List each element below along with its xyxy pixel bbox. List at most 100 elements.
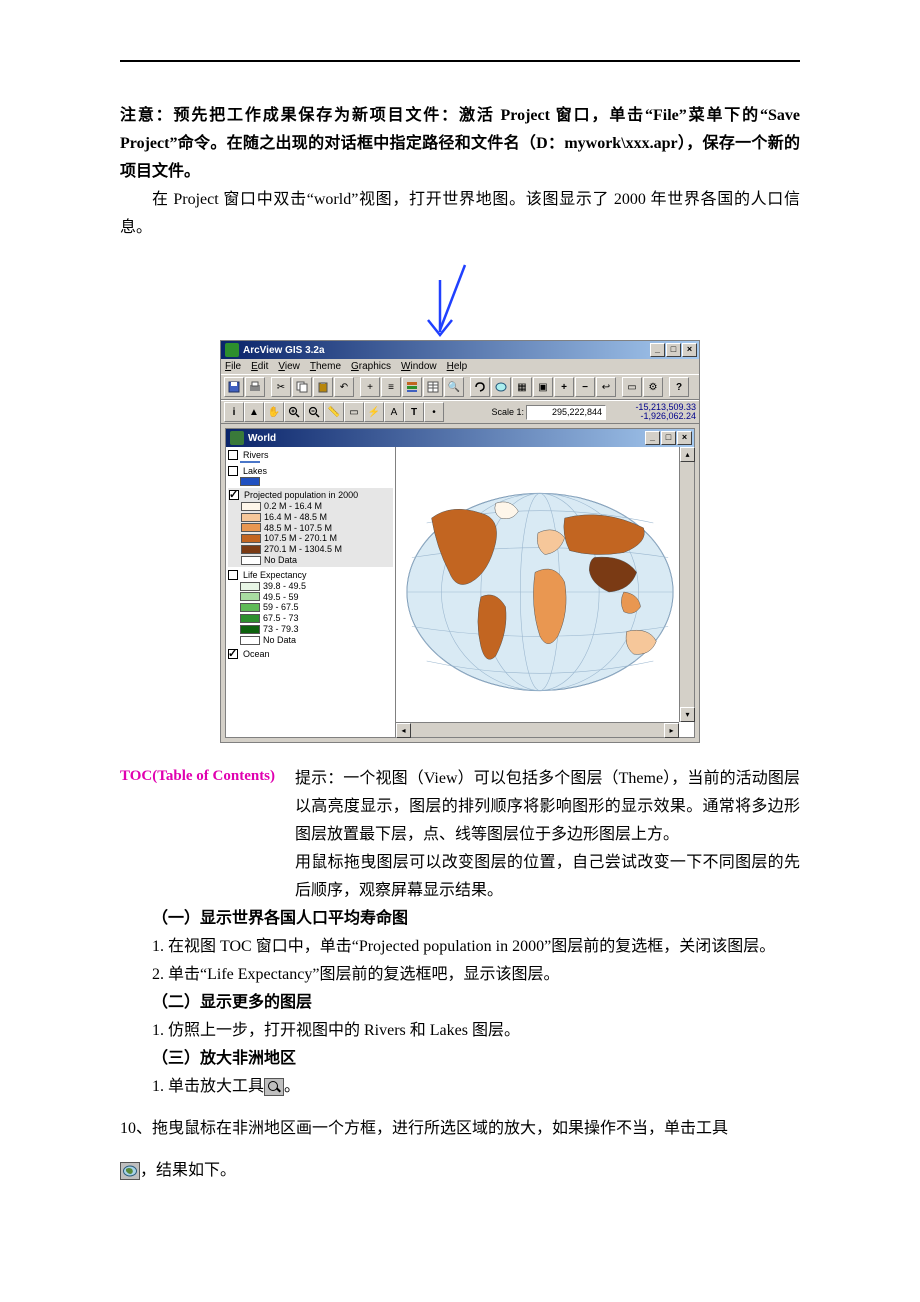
life-checkbox[interactable] [228,570,238,580]
menu-graphics[interactable]: Graphics [351,361,391,372]
measure-tool[interactable]: 📏 [324,402,344,422]
pop-legend-swatch [241,534,261,543]
rivers-symbol [240,461,260,463]
copy-button[interactable] [292,377,312,397]
section-2-step-1: 1. 仿照上一步，打开视图中的 Rivers 和 Lakes 图层。 [120,1017,800,1045]
pop-legend-swatch [241,502,261,511]
main-title: ArcView GIS 3.2a [243,345,650,356]
arcview-logo-icon [225,343,239,357]
lakes-symbol [240,477,260,486]
minimize-button[interactable]: _ [650,343,665,357]
open-table-button[interactable] [423,377,443,397]
pan-tool[interactable]: ✋ [264,402,284,422]
toc-panel[interactable]: Rivers Lakes Projected population in 200… [226,447,396,737]
map-canvas[interactable]: ▴ ▾ ◂ ▸ [396,447,694,737]
save-button[interactable] [224,377,244,397]
population-checkbox[interactable] [229,490,239,500]
world-minimize-button[interactable]: _ [645,431,660,445]
geoprocess-button[interactable]: ⚙ [643,377,663,397]
section-1-step-2: 2. 单击“Life Expectancy”图层前的复选框吧，显示该图层。 [120,961,800,989]
life-legend-swatch [240,592,260,601]
zoom-in-button[interactable]: + [554,377,574,397]
world-title: World [248,433,645,444]
section-3-heading: （三）放大非洲地区 [120,1045,800,1073]
item-10-line-2: ，结果如下。 [120,1157,800,1185]
layer-life-expectancy[interactable]: Life Expectancy 39.8 - 49.5 49.5 - 59 59… [228,569,393,646]
layer-rivers[interactable]: Rivers [228,449,393,463]
life-legend-swatch [240,603,260,612]
horizontal-scrollbar[interactable]: ◂ ▸ [396,722,679,737]
life-legend-swatch [240,636,260,645]
text-tool[interactable]: T [404,402,424,422]
draw-tool[interactable]: • [424,402,444,422]
zoom-tool-icon [264,1078,284,1096]
layer-lakes[interactable]: Lakes [228,465,393,486]
life-legend-swatch [240,625,260,634]
maximize-button[interactable]: □ [666,343,681,357]
vertical-scrollbar[interactable]: ▴ ▾ [679,447,694,722]
toc-hint-block: TOC(Table of Contents) 提示：一个视图（View）可以包括… [120,765,800,905]
zoom-in-tool[interactable] [284,402,304,422]
menu-view[interactable]: View [278,361,300,372]
world-titlebar: World _ □ × [226,429,694,447]
lakes-checkbox[interactable] [228,466,238,476]
rivers-checkbox[interactable] [228,450,238,460]
select-feature-tool[interactable]: ▭ [344,402,364,422]
cut-button[interactable]: ✂ [271,377,291,397]
add-theme-button[interactable]: + [360,377,380,397]
hint-line-2: 用鼠标拖曳图层可以改变图层的位置，自己尝试改变一下不同图层的先后顺序，观察屏幕显… [295,849,800,905]
scale-input[interactable]: 295,222,844 [526,405,606,420]
scroll-down-button[interactable]: ▾ [680,707,695,722]
scroll-right-button[interactable]: ▸ [664,723,679,738]
arcview-window: ArcView GIS 3.2a _ □ × File Edit View Th… [220,340,700,743]
figure-arcview: ArcView GIS 3.2a _ □ × File Edit View Th… [220,260,700,743]
scroll-left-button[interactable]: ◂ [396,723,411,738]
section-2-heading: （二）显示更多的图层 [120,989,800,1017]
help-button[interactable]: ? [669,377,689,397]
menu-window[interactable]: Window [401,361,437,372]
identify-tool[interactable]: i [224,402,244,422]
undo-button[interactable]: ↶ [334,377,354,397]
zoom-out-button[interactable]: − [575,377,595,397]
ocean-checkbox[interactable] [228,649,238,659]
layer-ocean[interactable]: Ocean [228,648,393,660]
menu-file[interactable]: File [225,361,241,372]
zoom-selected-button[interactable]: ▣ [533,377,553,397]
query-button[interactable] [470,377,490,397]
section-1-heading: （一）显示世界各国人口平均寿命图 [120,905,800,933]
close-button[interactable]: × [682,343,697,357]
zoom-active-button[interactable]: ▦ [512,377,532,397]
world-close-button[interactable]: × [677,431,692,445]
world-maximize-button[interactable]: □ [661,431,676,445]
world-view-body: Rivers Lakes Projected population in 200… [226,447,694,737]
section-1-step-1: 1. 在视图 TOC 窗口中，单击“Projected population i… [120,933,800,961]
pointer-tool[interactable]: ▲ [244,402,264,422]
find-button[interactable]: 🔍 [444,377,464,397]
zoom-previous-button[interactable]: ↩ [596,377,616,397]
world-view-window: World _ □ × Rivers [225,428,695,738]
view-logo-icon [230,431,244,445]
menu-edit[interactable]: Edit [251,361,268,372]
item-10-line-1: 10、拖曳鼠标在非洲地区画一个方框，进行所选区域的放大，如果操作不当，单击工具 [120,1115,800,1143]
menu-theme[interactable]: Theme [310,361,341,372]
pop-legend-swatch [241,556,261,565]
select-none-button[interactable]: ▭ [622,377,642,397]
window-controls: _ □ × [650,343,697,357]
scroll-up-button[interactable]: ▴ [680,447,695,462]
main-titlebar: ArcView GIS 3.2a _ □ × [221,341,699,359]
layer-population[interactable]: Projected population in 2000 0.2 M - 16.… [228,488,393,567]
print-button[interactable] [245,377,265,397]
zoom-out-tool[interactable] [304,402,324,422]
zoom-full-extent-button[interactable] [491,377,511,397]
edit-legend-button[interactable] [402,377,422,397]
theme-properties-button[interactable]: ≡ [381,377,401,397]
label-tool[interactable]: A [384,402,404,422]
section-3-step-1: 1. 单击放大工具。 [120,1073,800,1101]
pop-legend-swatch [241,545,261,554]
full-extent-tool-icon [120,1162,140,1180]
menu-help[interactable]: Help [447,361,468,372]
document-page: 注意：预先把工作成果保存为新项目文件：激活 Project 窗口，单击“File… [0,0,920,1302]
hotlink-tool[interactable]: ⚡ [364,402,384,422]
paste-button[interactable] [313,377,333,397]
note-paragraph: 注意：预先把工作成果保存为新项目文件：激活 Project 窗口，单击“File… [120,102,800,186]
